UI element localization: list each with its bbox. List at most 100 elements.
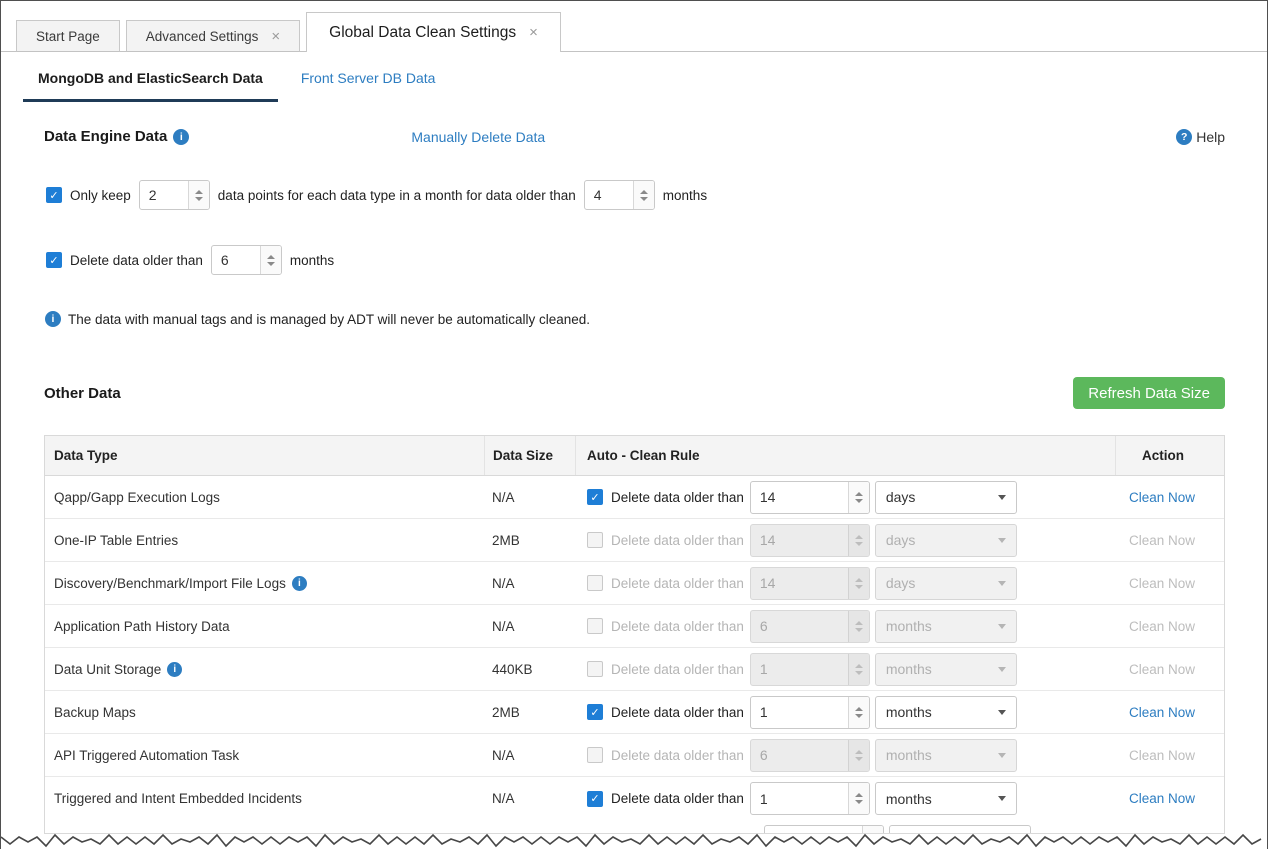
spinner-down-icon[interactable] bbox=[855, 800, 863, 804]
row-value-stepper[interactable] bbox=[750, 696, 870, 729]
row-unit-value: months bbox=[886, 791, 932, 807]
manually-delete-data-link[interactable]: Manually Delete Data bbox=[411, 129, 545, 145]
row-value-input[interactable] bbox=[751, 697, 848, 728]
close-icon[interactable]: × bbox=[529, 25, 538, 40]
spinner-up-icon[interactable] bbox=[855, 793, 863, 797]
stepper-arrows[interactable] bbox=[848, 482, 869, 513]
row-unit-select[interactable]: months bbox=[875, 610, 1017, 643]
info-icon[interactable]: i bbox=[173, 129, 189, 145]
row-value-input[interactable] bbox=[751, 740, 848, 771]
info-icon[interactable]: i bbox=[292, 576, 307, 591]
spinner-down-icon[interactable] bbox=[855, 714, 863, 718]
row-action-link[interactable]: Clean Now bbox=[1129, 490, 1195, 505]
row-rule-checkbox[interactable] bbox=[587, 618, 603, 634]
row-action-link[interactable]: Clean Now bbox=[1129, 662, 1195, 677]
row-unit-select[interactable]: days bbox=[875, 567, 1017, 600]
spinner-up-icon[interactable] bbox=[195, 190, 203, 194]
row-action-link[interactable]: Clean Now bbox=[1129, 576, 1195, 591]
row-value-input[interactable] bbox=[751, 525, 848, 556]
chevron-down-icon bbox=[998, 495, 1006, 500]
stepper-arrows[interactable] bbox=[260, 246, 281, 274]
rule-text-prefix: Only keep bbox=[70, 188, 131, 203]
stepper-arrows[interactable] bbox=[848, 611, 869, 642]
row-action-link[interactable]: Clean Now bbox=[1129, 791, 1195, 806]
info-icon[interactable]: i bbox=[167, 662, 182, 677]
row-value-stepper[interactable] bbox=[750, 610, 870, 643]
spinner-up-icon[interactable] bbox=[855, 707, 863, 711]
spinner-up-icon[interactable] bbox=[855, 535, 863, 539]
row-value-input[interactable] bbox=[751, 568, 848, 599]
row-rule-checkbox[interactable] bbox=[587, 532, 603, 548]
spinner-up-icon[interactable] bbox=[855, 664, 863, 668]
row-action-link[interactable]: Clean Now bbox=[1129, 748, 1195, 763]
stepper-arrows[interactable] bbox=[188, 181, 209, 209]
row-value-stepper[interactable] bbox=[750, 782, 870, 815]
row-value-stepper[interactable] bbox=[750, 653, 870, 686]
stepper-arrows[interactable] bbox=[848, 525, 869, 556]
keep-points-stepper[interactable] bbox=[139, 180, 210, 210]
row-unit-select[interactable]: days bbox=[875, 481, 1017, 514]
older-than-months-input[interactable] bbox=[585, 181, 633, 209]
stepper-arrows[interactable] bbox=[848, 740, 869, 771]
stepper-arrows[interactable] bbox=[633, 181, 654, 209]
tab-bar: Start Page Advanced Settings × Global Da… bbox=[1, 1, 1267, 52]
row-rule-checkbox[interactable] bbox=[587, 747, 603, 763]
row-action-link[interactable]: Clean Now bbox=[1129, 533, 1195, 548]
spinner-up-icon[interactable] bbox=[855, 578, 863, 582]
stepper-arrows[interactable] bbox=[848, 568, 869, 599]
row-unit-select[interactable]: months bbox=[875, 653, 1017, 686]
spinner-down-icon[interactable] bbox=[855, 757, 863, 761]
refresh-data-size-button[interactable]: Refresh Data Size bbox=[1073, 377, 1225, 409]
spinner-up-icon[interactable] bbox=[640, 190, 648, 194]
tab-global-data-clean-settings[interactable]: Global Data Clean Settings × bbox=[306, 12, 561, 52]
tab-start-page[interactable]: Start Page bbox=[16, 20, 120, 52]
spinner-up-icon[interactable] bbox=[855, 750, 863, 754]
row-unit-value: months bbox=[886, 618, 932, 634]
row-value-input[interactable] bbox=[751, 482, 848, 513]
spinner-down-icon[interactable] bbox=[855, 499, 863, 503]
spinner-up-icon[interactable] bbox=[855, 621, 863, 625]
row-unit-select[interactable]: months bbox=[875, 739, 1017, 772]
spinner-down-icon[interactable] bbox=[267, 262, 275, 266]
row-rule-checkbox[interactable] bbox=[587, 575, 603, 591]
spinner-down-icon[interactable] bbox=[855, 585, 863, 589]
row-value-input[interactable] bbox=[751, 783, 848, 814]
row-rule-checkbox[interactable]: ✓ bbox=[587, 489, 603, 505]
spinner-down-icon[interactable] bbox=[855, 628, 863, 632]
keep-points-input[interactable] bbox=[140, 181, 188, 209]
row-action-link[interactable]: Clean Now bbox=[1129, 705, 1195, 720]
row-value-input[interactable] bbox=[751, 654, 848, 685]
delete-older-stepper[interactable] bbox=[211, 245, 282, 275]
row-rule-checkbox[interactable] bbox=[587, 661, 603, 677]
help-link[interactable]: ? Help bbox=[1176, 129, 1225, 145]
row-value-input[interactable] bbox=[751, 611, 848, 642]
stepper-arrows[interactable] bbox=[848, 654, 869, 685]
row-rule-checkbox[interactable]: ✓ bbox=[587, 791, 603, 807]
spinner-down-icon[interactable] bbox=[640, 197, 648, 201]
delete-older-input[interactable] bbox=[212, 246, 260, 274]
spinner-down-icon[interactable] bbox=[195, 197, 203, 201]
only-keep-checkbox[interactable]: ✓ bbox=[46, 187, 62, 203]
row-action-link[interactable]: Clean Now bbox=[1129, 619, 1195, 634]
spinner-up-icon[interactable] bbox=[267, 255, 275, 259]
row-value-stepper[interactable] bbox=[750, 739, 870, 772]
delete-older-checkbox[interactable]: ✓ bbox=[46, 252, 62, 268]
stepper-arrows[interactable] bbox=[848, 783, 869, 814]
row-size: N/A bbox=[484, 576, 575, 591]
tab-advanced-settings[interactable]: Advanced Settings × bbox=[126, 20, 300, 52]
spinner-down-icon[interactable] bbox=[855, 671, 863, 675]
row-value-stepper[interactable] bbox=[750, 524, 870, 557]
subtab-mongodb-elasticsearch[interactable]: MongoDB and ElasticSearch Data bbox=[23, 70, 278, 102]
row-unit-select[interactable]: months bbox=[875, 782, 1017, 815]
row-rule-checkbox[interactable]: ✓ bbox=[587, 704, 603, 720]
older-than-months-stepper[interactable] bbox=[584, 180, 655, 210]
close-icon[interactable]: × bbox=[271, 29, 280, 44]
row-value-stepper[interactable] bbox=[750, 567, 870, 600]
row-unit-select[interactable]: days bbox=[875, 524, 1017, 557]
row-value-stepper[interactable] bbox=[750, 481, 870, 514]
stepper-arrows[interactable] bbox=[848, 697, 869, 728]
spinner-down-icon[interactable] bbox=[855, 542, 863, 546]
spinner-up-icon[interactable] bbox=[855, 492, 863, 496]
row-unit-select[interactable]: months bbox=[875, 696, 1017, 729]
subtab-front-server-db[interactable]: Front Server DB Data bbox=[286, 70, 451, 102]
